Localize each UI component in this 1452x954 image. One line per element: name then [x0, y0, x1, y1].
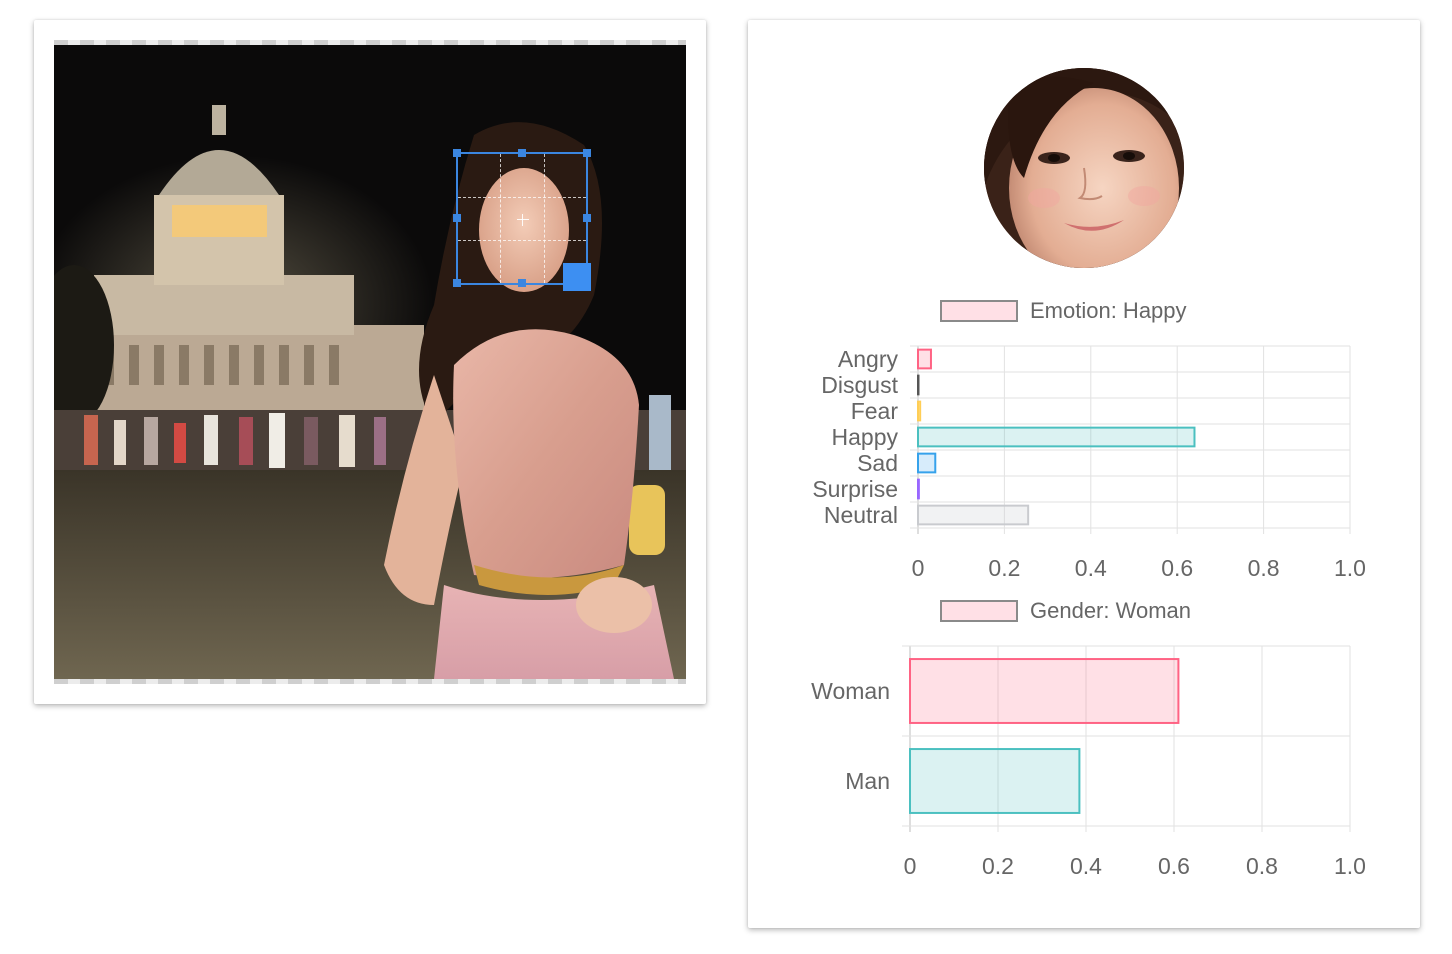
crop-handle-s[interactable] [518, 279, 526, 287]
bar-angry[interactable] [917, 348, 932, 370]
bar-sad[interactable] [917, 452, 937, 474]
bar-man[interactable] [909, 748, 1081, 814]
x-tick-label: 1.0 [1334, 853, 1366, 879]
x-tick-label: 1.0 [1334, 555, 1366, 581]
y-category-label: Disgust [821, 372, 898, 398]
crosshair-icon [517, 214, 529, 226]
analysis-results-card: Emotion: Happy 0 0.2 0.4 0.6 0.8 1.0 Angry Disg… [748, 20, 1420, 928]
cropped-face-avatar [984, 68, 1184, 268]
emotion-legend-label: Emotion: Happy [1030, 298, 1187, 323]
y-category-label: Angry [838, 346, 899, 372]
x-tick-label: 0.4 [1075, 555, 1107, 581]
crop-handle-e[interactable] [583, 214, 591, 222]
x-tick-label: 0.8 [1248, 555, 1280, 581]
crop-handle-ne[interactable] [583, 149, 591, 157]
bar-neutral[interactable] [917, 504, 1030, 526]
emotion-bar-chart: 0 0.2 0.4 0.6 0.8 1.0 AngryDisgustFearHappySad… [812, 345, 1366, 581]
face-preview-image [984, 68, 1184, 268]
x-tick-label: 0.6 [1161, 555, 1193, 581]
bar-surprise[interactable] [917, 478, 920, 500]
crop-grid-line [458, 240, 586, 241]
x-tick-label: 0.4 [1070, 853, 1102, 879]
legend-swatch [940, 300, 1018, 322]
y-category-label: Man [845, 768, 890, 794]
y-category-label: Neutral [824, 502, 898, 528]
y-category-label: Sad [857, 450, 898, 476]
x-tick-label: 0.6 [1158, 853, 1190, 879]
crop-canvas-bottom-edge [54, 679, 686, 684]
y-category-label: Fear [851, 398, 899, 424]
bar-happy[interactable] [917, 426, 1196, 448]
square-resize-handle-icon[interactable] [563, 263, 591, 291]
crop-handle-sw[interactable] [453, 279, 461, 287]
image-cropper-card [34, 20, 706, 704]
crop-grid-line [544, 154, 545, 283]
night-palace-photo [54, 45, 686, 679]
crop-handle-w[interactable] [453, 214, 461, 222]
bar-woman[interactable] [909, 658, 1180, 724]
gender-legend-label: Gender: Woman [1030, 598, 1192, 623]
gender-bar-chart: 0 0.2 0.4 0.6 0.8 1.0 Woman Man [811, 645, 1366, 879]
emotion-chart-legend[interactable]: Emotion: Happy [940, 298, 1187, 323]
bar-fear[interactable] [917, 400, 922, 422]
x-tick-label: 0.8 [1246, 853, 1278, 879]
x-tick-label: 0 [912, 555, 925, 581]
x-tick-label: 0.2 [982, 853, 1014, 879]
crop-handle-n[interactable] [518, 149, 526, 157]
x-tick-label: 0.2 [988, 555, 1020, 581]
y-category-label: Surprise [812, 476, 898, 502]
bar-disgust[interactable] [917, 374, 920, 396]
gender-chart-legend[interactable]: Gender: Woman [940, 598, 1192, 623]
source-photo[interactable] [54, 40, 686, 684]
crop-grid-line [458, 197, 586, 198]
crop-handle-nw[interactable] [453, 149, 461, 157]
y-category-label: Happy [832, 424, 899, 450]
y-category-label: Woman [811, 678, 890, 704]
x-tick-label: 0 [904, 853, 917, 879]
legend-swatch [940, 600, 1018, 622]
crop-grid-line [500, 154, 501, 283]
